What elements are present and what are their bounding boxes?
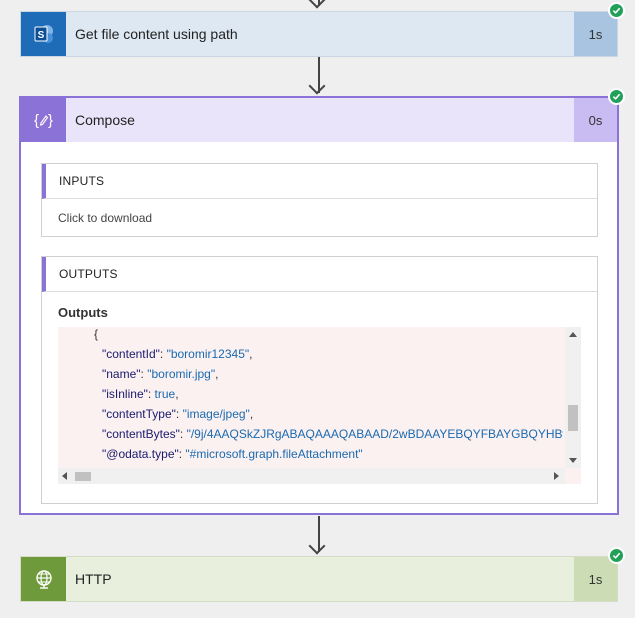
download-link[interactable]: Click to download <box>58 211 152 225</box>
outputs-json: {"contentId": "boromir12345", "name": "bo… <box>58 327 563 464</box>
vertical-scroll-thumb[interactable] <box>568 405 578 431</box>
inputs-header: INPUTS <box>42 164 597 199</box>
vertical-scrollbar[interactable] <box>565 327 581 468</box>
action-title: HTTP <box>66 557 574 601</box>
scroll-up-icon[interactable] <box>569 332 577 337</box>
action-title: Compose <box>66 98 574 142</box>
horizontal-scrollbar[interactable] <box>58 468 565 484</box>
success-check-icon <box>608 88 625 105</box>
code-line: "contentId": "boromir12345", <box>102 347 253 361</box>
success-check-icon <box>608 547 625 564</box>
code-line: "contentBytes": "/9j/4AAQSkZJRgABAQAAAQA… <box>102 427 563 441</box>
success-check-icon <box>608 2 625 19</box>
outputs-header: OUTPUTS <box>42 257 597 292</box>
action-duration: 1s <box>574 557 617 601</box>
action-header[interactable]: S Get file content using path 1s <box>21 2 625 56</box>
svg-text:{: { <box>34 112 39 129</box>
action-duration: 1s <box>574 12 617 56</box>
flow-arrow-1 <box>308 57 328 95</box>
action-card-http[interactable]: HTTP 1s <box>20 547 625 602</box>
action-card-compose[interactable]: { } Compose 0s INPUTS Click to download … <box>19 88 625 515</box>
compose-icon: { } <box>21 98 66 142</box>
code-line: { <box>94 327 99 341</box>
flow-arrow-2 <box>308 516 328 555</box>
flow-arrow-top <box>308 0 328 10</box>
globe-icon <box>21 557 66 601</box>
action-card-get-file-content[interactable]: S Get file content using path 1s <box>20 2 625 57</box>
svg-text:S: S <box>37 30 44 41</box>
action-title: Get file content using path <box>66 12 574 56</box>
code-line: "isInline": true, <box>102 387 179 401</box>
code-line: "contentType": "image/jpeg", <box>102 407 254 421</box>
horizontal-scroll-thumb[interactable] <box>75 472 91 481</box>
scroll-down-icon[interactable] <box>569 458 577 463</box>
code-line: "@odata.type": "#microsoft.graph.fileAtt… <box>102 447 363 461</box>
code-line: "name": "boromir.jpg", <box>102 367 219 381</box>
action-header[interactable]: { } Compose 0s <box>21 88 625 142</box>
scroll-left-icon[interactable] <box>62 472 67 480</box>
action-header[interactable]: HTTP 1s <box>21 547 625 601</box>
outputs-section: OUTPUTS Outputs {"contentId": "boromir12… <box>41 256 598 504</box>
outputs-label: Outputs <box>58 305 108 320</box>
svg-text:}: } <box>48 112 53 129</box>
action-duration: 0s <box>574 98 617 142</box>
outputs-code-viewer[interactable]: {"contentId": "boromir12345", "name": "bo… <box>58 327 581 484</box>
sharepoint-icon: S <box>21 12 66 56</box>
inputs-section: INPUTS Click to download <box>41 163 598 237</box>
scroll-right-icon[interactable] <box>554 472 559 480</box>
